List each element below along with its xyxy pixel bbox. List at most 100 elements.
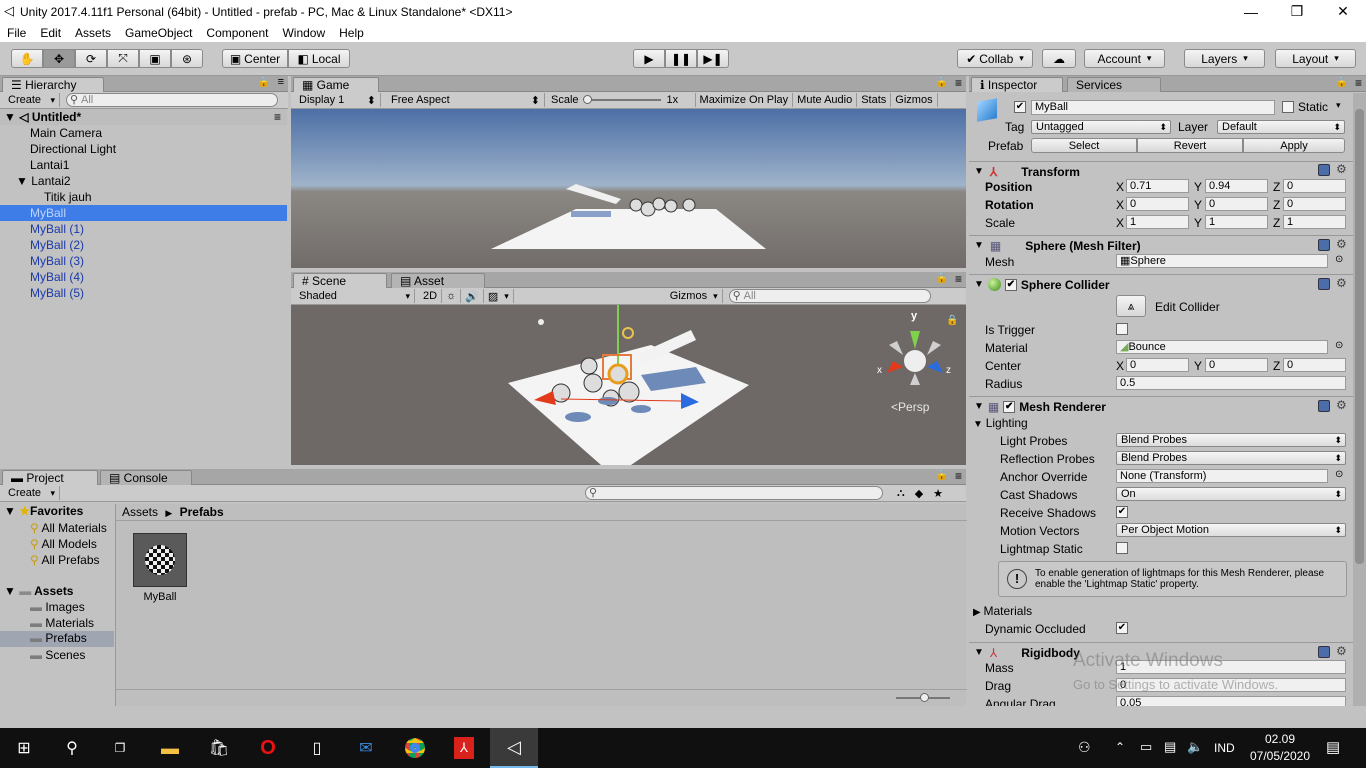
expand-arrow-icon[interactable]: ▼ bbox=[4, 584, 16, 598]
panel-menu-icon[interactable]: ≡ bbox=[1355, 76, 1362, 90]
collab-dropdown[interactable]: ✔ Collab bbox=[957, 49, 1033, 68]
start-button[interactable]: ⊞ bbox=[0, 728, 48, 768]
lightmap-static-checkbox[interactable] bbox=[1116, 542, 1128, 554]
hierarchy-search-input[interactable]: All bbox=[66, 93, 278, 107]
hierarchy-item-main-camera[interactable]: Main Camera bbox=[0, 125, 287, 141]
object-picker-icon[interactable]: ⊙ bbox=[1335, 340, 1343, 351]
clock-date[interactable]: 07/05/2020 bbox=[1246, 749, 1314, 763]
light-probes-dropdown[interactable]: Blend Probes bbox=[1116, 433, 1346, 447]
lock-icon[interactable]: 🔒 bbox=[936, 273, 948, 284]
help-book-icon[interactable] bbox=[1318, 278, 1330, 290]
hierarchy-create-dropdown[interactable]: Create bbox=[4, 93, 60, 107]
scene-gizmos-dropdown[interactable]: Gizmos bbox=[666, 289, 723, 303]
scene-viewport[interactable]: y x z <Persp 🔒 bbox=[291, 305, 966, 465]
lock-icon[interactable]: 🔒 bbox=[258, 77, 270, 88]
mesh-filter-header[interactable]: ▼ ▦ Sphere (Mesh Filter) bbox=[969, 235, 1365, 255]
rotation-z-field[interactable]: 0 bbox=[1283, 197, 1346, 211]
hierarchy-item-myball[interactable]: MyBall bbox=[0, 205, 287, 221]
people-icon[interactable]: ⚇ bbox=[1078, 739, 1091, 756]
expand-arrow-icon[interactable]: ▼ bbox=[4, 110, 16, 124]
static-dropdown-icon[interactable]: ▾ bbox=[1336, 100, 1341, 111]
scale-y-field[interactable]: 1 bbox=[1205, 215, 1268, 229]
tab-inspector[interactable]: ℹ Inspector bbox=[971, 77, 1063, 92]
inspector-scrollbar-thumb[interactable] bbox=[1355, 109, 1364, 564]
scene-lock-icon[interactable]: 🔒 bbox=[946, 315, 958, 326]
rotation-y-field[interactable]: 0 bbox=[1205, 197, 1268, 211]
foldout-arrow-icon[interactable]: ▼ bbox=[974, 240, 984, 251]
anchor-override-field[interactable]: None (Transform) bbox=[1116, 469, 1328, 483]
settings-gear-icon[interactable]: ⚙ bbox=[1336, 398, 1347, 412]
folder-prefabs[interactable]: ▬ Prefabs bbox=[0, 631, 114, 647]
static-checkbox[interactable] bbox=[1282, 101, 1294, 113]
volume-icon[interactable]: 🔈 bbox=[1187, 739, 1203, 755]
network-icon[interactable]: ▤ bbox=[1164, 739, 1176, 755]
angular-drag-field[interactable]: 0.05 bbox=[1116, 696, 1346, 706]
effects-dropdown[interactable]: ▨ bbox=[484, 289, 514, 303]
fav-all-materials[interactable]: ⚲ All Materials bbox=[30, 521, 107, 535]
tab-project[interactable]: ▬ Project bbox=[2, 470, 98, 485]
account-dropdown[interactable]: Account bbox=[1084, 49, 1165, 68]
gizmo-y-cone[interactable] bbox=[910, 331, 920, 349]
tab-services[interactable]: Services bbox=[1067, 77, 1161, 92]
orientation-gizmo[interactable] bbox=[887, 331, 943, 385]
scale-x-field[interactable]: 1 bbox=[1126, 215, 1189, 229]
audio-toggle[interactable]: 🔊 bbox=[461, 289, 484, 303]
acrobat-button[interactable]: ⅄ bbox=[440, 728, 488, 768]
pivot-local-button[interactable]: ◧ Local bbox=[288, 49, 350, 68]
aspect-dropdown[interactable]: Free Aspect ⬍ bbox=[387, 93, 545, 107]
foldout-arrow-icon[interactable]: ▼ bbox=[974, 401, 984, 412]
breadcrumb-assets[interactable]: Assets bbox=[122, 505, 158, 519]
receive-shadows-checkbox[interactable]: ✔ bbox=[1116, 506, 1128, 518]
help-book-icon[interactable] bbox=[1318, 239, 1330, 251]
is-trigger-checkbox[interactable] bbox=[1116, 323, 1128, 335]
menu-window[interactable]: Window bbox=[275, 26, 332, 40]
favorites-header[interactable]: ▼ ★Favorites bbox=[4, 504, 83, 518]
hand-tool-button[interactable]: ✋ bbox=[11, 49, 43, 68]
dynamic-occluded-checkbox[interactable]: ✔ bbox=[1116, 622, 1128, 634]
cloud-button[interactable]: ☁ bbox=[1042, 49, 1076, 68]
menu-component[interactable]: Component bbox=[199, 26, 275, 40]
mail-button[interactable]: ✉ bbox=[342, 728, 390, 768]
edit-collider-button[interactable]: ⩓ bbox=[1116, 295, 1146, 317]
position-y-field[interactable]: 0.94 bbox=[1205, 179, 1268, 193]
scene-root[interactable]: ▼ ◁ Untitled* ≡ bbox=[0, 109, 287, 125]
foldout-arrow-icon[interactable]: ▼ bbox=[973, 419, 986, 430]
reflection-probes-dropdown[interactable]: Blend Probes bbox=[1116, 451, 1346, 465]
renderer-enabled-checkbox[interactable]: ✔ bbox=[1003, 400, 1016, 413]
game-gizmos-dropdown[interactable]: Gizmos bbox=[891, 93, 938, 107]
prefab-revert-button[interactable]: Revert bbox=[1137, 138, 1243, 153]
tab-console[interactable]: ▤ Console bbox=[100, 470, 192, 485]
center-z-field[interactable]: 0 bbox=[1283, 358, 1346, 372]
layers-dropdown[interactable]: Layers bbox=[1184, 49, 1265, 68]
asset-label-myball[interactable]: MyBall bbox=[126, 591, 194, 603]
help-book-icon[interactable] bbox=[1318, 400, 1330, 412]
lock-icon[interactable]: 🔒 bbox=[936, 77, 948, 88]
foldout-arrow-icon[interactable]: ▼ bbox=[974, 279, 984, 290]
2d-toggle[interactable]: 2D bbox=[419, 289, 443, 303]
hierarchy-item-directional-light[interactable]: Directional Light bbox=[0, 141, 287, 157]
fav-all-prefabs[interactable]: ⚲ All Prefabs bbox=[30, 553, 100, 567]
close-button[interactable]: ✕ bbox=[1320, 0, 1366, 23]
object-name-field[interactable]: MyBall bbox=[1031, 100, 1275, 115]
shading-dropdown[interactable]: Shaded bbox=[295, 289, 415, 303]
unity-taskbar-button[interactable]: ◁ bbox=[490, 728, 538, 768]
lock-icon[interactable]: 🔒 bbox=[936, 470, 948, 481]
battery-icon[interactable]: ▭ bbox=[1140, 739, 1152, 755]
physic-material-field[interactable]: ◢Bounce bbox=[1116, 340, 1328, 354]
expand-arrow-icon[interactable]: ▼ bbox=[16, 174, 31, 188]
menu-assets[interactable]: Assets bbox=[68, 26, 118, 40]
pause-button[interactable]: ❚❚ bbox=[665, 49, 697, 68]
hierarchy-item-titik-jauh[interactable]: Titik jauh bbox=[0, 189, 287, 205]
panel-menu-icon[interactable]: ≡ bbox=[955, 272, 962, 286]
motion-vectors-dropdown[interactable]: Per Object Motion bbox=[1116, 523, 1346, 537]
transform-tool-button[interactable]: ⊛ bbox=[171, 49, 203, 68]
scene-search-input[interactable]: All bbox=[728, 289, 931, 303]
prefab-apply-button[interactable]: Apply bbox=[1243, 138, 1345, 153]
maximize-on-play-toggle[interactable]: Maximize On Play bbox=[694, 93, 794, 107]
tag-dropdown[interactable]: Untagged bbox=[1031, 120, 1171, 134]
layout-dropdown[interactable]: Layout bbox=[1275, 49, 1356, 68]
collider-enabled-checkbox[interactable]: ✔ bbox=[1004, 278, 1017, 291]
cast-shadows-dropdown[interactable]: On bbox=[1116, 487, 1346, 501]
materials-foldout[interactable]: ▶ Materials bbox=[973, 604, 1032, 618]
notepad-button[interactable]: ▯ bbox=[293, 728, 341, 768]
